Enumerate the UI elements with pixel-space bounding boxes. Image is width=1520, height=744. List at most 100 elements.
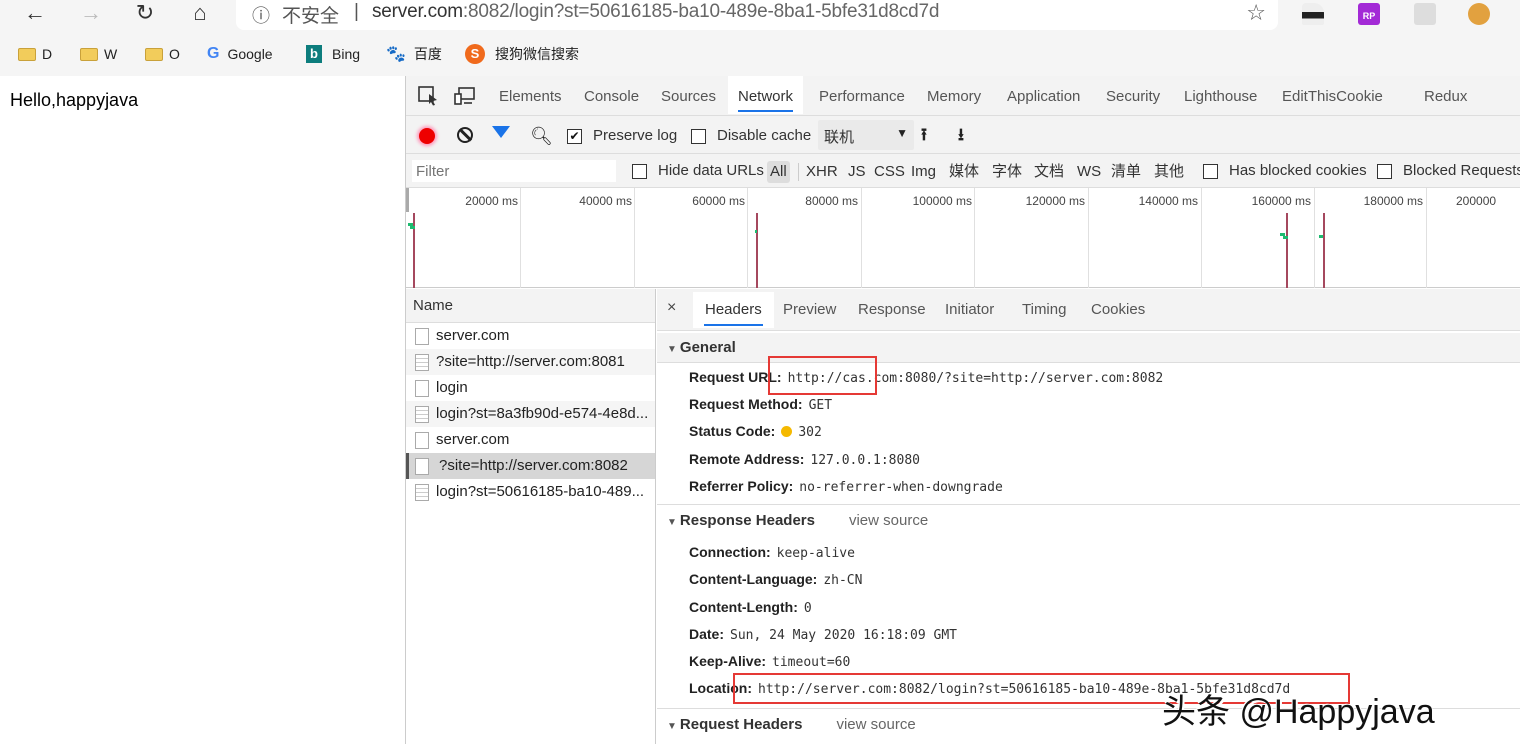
disable-cache-checkbox[interactable] (691, 129, 706, 144)
header-key: Request Method: (689, 396, 803, 412)
filter-type-ws[interactable]: WS (1074, 161, 1104, 183)
address-bar[interactable]: ⓘ 不安全 | server.com:8082/login?st=5061618… (236, 0, 1278, 30)
reload-button[interactable]: ↻ (130, 0, 160, 28)
triangle-down-icon: ▼ (667, 721, 677, 732)
preserve-log-checkbox[interactable]: ✔ (567, 129, 582, 144)
request-row[interactable]: ?site=http://server.com:8081 (406, 349, 655, 375)
file-icon (415, 458, 429, 475)
blocked-requests-checkbox[interactable] (1377, 164, 1392, 179)
arrow-left-icon: ← (24, 0, 46, 25)
devtools-tab-editthiscookie[interactable]: EditThisCookie (1272, 76, 1393, 114)
bookmark-bing[interactable]: b Bing (306, 44, 360, 64)
header-key: Content-Language: (689, 571, 818, 587)
network-overview-timeline[interactable]: 20000 ms 40000 ms 60000 ms 80000 ms 1000… (406, 188, 1520, 288)
filter-icon[interactable] (492, 126, 510, 138)
incognito-mask-extension-icon[interactable] (1302, 3, 1324, 25)
devtools-tab-redux[interactable]: Redux (1414, 76, 1477, 114)
filter-type-media[interactable]: 媒体 (946, 161, 982, 183)
hide-data-urls-checkbox[interactable] (632, 164, 647, 179)
close-icon[interactable]: × (667, 299, 676, 317)
request-row[interactable]: server.com (406, 323, 655, 349)
detail-tab-cookies[interactable]: Cookies (1079, 292, 1157, 328)
separator: | (354, 1, 359, 22)
devtools-tab-elements[interactable]: Elements (489, 76, 572, 114)
devtools-tab-memory[interactable]: Memory (917, 76, 991, 114)
filter-type-xhr[interactable]: XHR (803, 161, 841, 183)
devtools-tab-network[interactable]: Network (728, 76, 804, 114)
filter-input[interactable] (412, 160, 616, 182)
axure-rp-extension-icon[interactable]: RP (1358, 3, 1380, 25)
security-label[interactable]: 不安全 (282, 1, 339, 28)
disable-cache-label[interactable]: Disable cache (717, 127, 811, 144)
bookmark-folder-w[interactable]: W (80, 44, 117, 64)
detail-tab-timing[interactable]: Timing (1010, 292, 1078, 328)
overview-tick: 140000 ms (1138, 194, 1198, 208)
home-button[interactable]: ⌂ (185, 0, 215, 28)
bookmark-folder-o[interactable]: O (145, 44, 180, 64)
request-row[interactable]: server.com (406, 427, 655, 453)
react-devtools-extension-icon[interactable] (1414, 3, 1436, 25)
header-key: Keep-Alive: (689, 653, 767, 669)
bookmark-baidu[interactable]: 🐾 百度 (386, 44, 442, 64)
filter-type-css[interactable]: CSS (871, 161, 908, 183)
detail-tab-preview[interactable]: Preview (771, 292, 848, 328)
device-toolbar-icon[interactable] (454, 86, 476, 106)
record-icon[interactable] (419, 128, 435, 144)
bookmark-google[interactable]: G Google (207, 44, 273, 64)
bookmark-sogou[interactable]: S 搜狗微信搜索 (465, 44, 579, 64)
devtools-tab-lighthouse[interactable]: Lighthouse (1174, 76, 1267, 114)
request-row[interactable]: login?st=8a3fb90d-e574-4e8d... (406, 401, 655, 427)
filter-type-manifest[interactable]: 清单 (1108, 161, 1144, 183)
has-blocked-cookies-label[interactable]: Has blocked cookies (1229, 162, 1367, 179)
clear-icon[interactable] (457, 127, 473, 143)
preserve-log-label[interactable]: Preserve log (593, 127, 677, 144)
star-plus-icon[interactable]: ☆ (1246, 0, 1266, 26)
filter-type-other[interactable]: 其他 (1151, 161, 1187, 183)
overview-tick: 100000 ms (912, 194, 972, 208)
overview-tick: 200000 (1456, 194, 1497, 208)
request-bar (755, 230, 757, 233)
export-har-icon[interactable]: ⭳ (958, 122, 964, 151)
page-viewport: Hello,happyjava (0, 76, 405, 744)
back-button[interactable]: ← (20, 0, 50, 28)
view-source-link[interactable]: view source (849, 512, 928, 529)
devtools-tab-console[interactable]: Console (574, 76, 649, 114)
filter-type-js[interactable]: JS (845, 161, 869, 183)
detail-tab-headers[interactable]: Headers (693, 292, 774, 328)
import-har-icon[interactable]: ⭱ (921, 122, 927, 151)
detail-tab-initiator[interactable]: Initiator (933, 292, 1006, 328)
devtools-tab-application[interactable]: Application (997, 76, 1090, 114)
view-source-link[interactable]: view source (836, 716, 915, 733)
url-text[interactable]: server.com:8082/login?st=50616185-ba10-4… (372, 1, 939, 23)
devtools-tab-security[interactable]: Security (1096, 76, 1170, 114)
request-row[interactable]: login?st=50616185-ba10-489... (406, 479, 655, 505)
filter-type-all[interactable]: All (767, 161, 790, 183)
overview-handle[interactable] (406, 188, 409, 212)
load-event-line (1323, 213, 1325, 288)
throttling-select[interactable]: 联机 ▼ (818, 120, 914, 150)
filter-type-font[interactable]: 字体 (989, 161, 1025, 183)
devtools-tab-sources[interactable]: Sources (651, 76, 726, 114)
request-row[interactable]: login (406, 375, 655, 401)
filter-type-img[interactable]: Img (908, 161, 939, 183)
page-greeting: Hello,happyjava (10, 90, 139, 110)
detail-tab-response[interactable]: Response (846, 292, 938, 328)
has-blocked-cookies-checkbox[interactable] (1203, 164, 1218, 179)
header-key: Remote Address: (689, 451, 805, 467)
request-bar (1283, 236, 1288, 239)
response-headers-section-header[interactable]: ▼ Response Headers view source (657, 506, 1520, 536)
request-row-selected[interactable]: ?site=http://server.com:8082 (406, 453, 655, 479)
devtools-tab-performance[interactable]: Performance (809, 76, 915, 114)
reload-icon: ↻ (135, 0, 155, 25)
hide-data-urls-label[interactable]: Hide data URLs (658, 162, 764, 179)
network-toolbar: 🔍︎ ✔ Preserve log Disable cache 联机 ▼ ⭱ ⭳ (406, 116, 1520, 154)
name-column-header[interactable]: Name (406, 289, 655, 323)
search-icon[interactable]: 🔍︎ (530, 126, 553, 147)
info-circle-icon[interactable]: ⓘ (252, 2, 270, 28)
forward-button[interactable]: → (76, 0, 106, 28)
inspect-element-icon[interactable] (418, 86, 440, 106)
bookmark-folder-d[interactable]: D (18, 44, 52, 64)
cookie-extension-icon[interactable] (1468, 3, 1490, 25)
blocked-requests-label[interactable]: Blocked Requests (1403, 162, 1520, 179)
filter-type-doc[interactable]: 文档 (1031, 161, 1067, 183)
